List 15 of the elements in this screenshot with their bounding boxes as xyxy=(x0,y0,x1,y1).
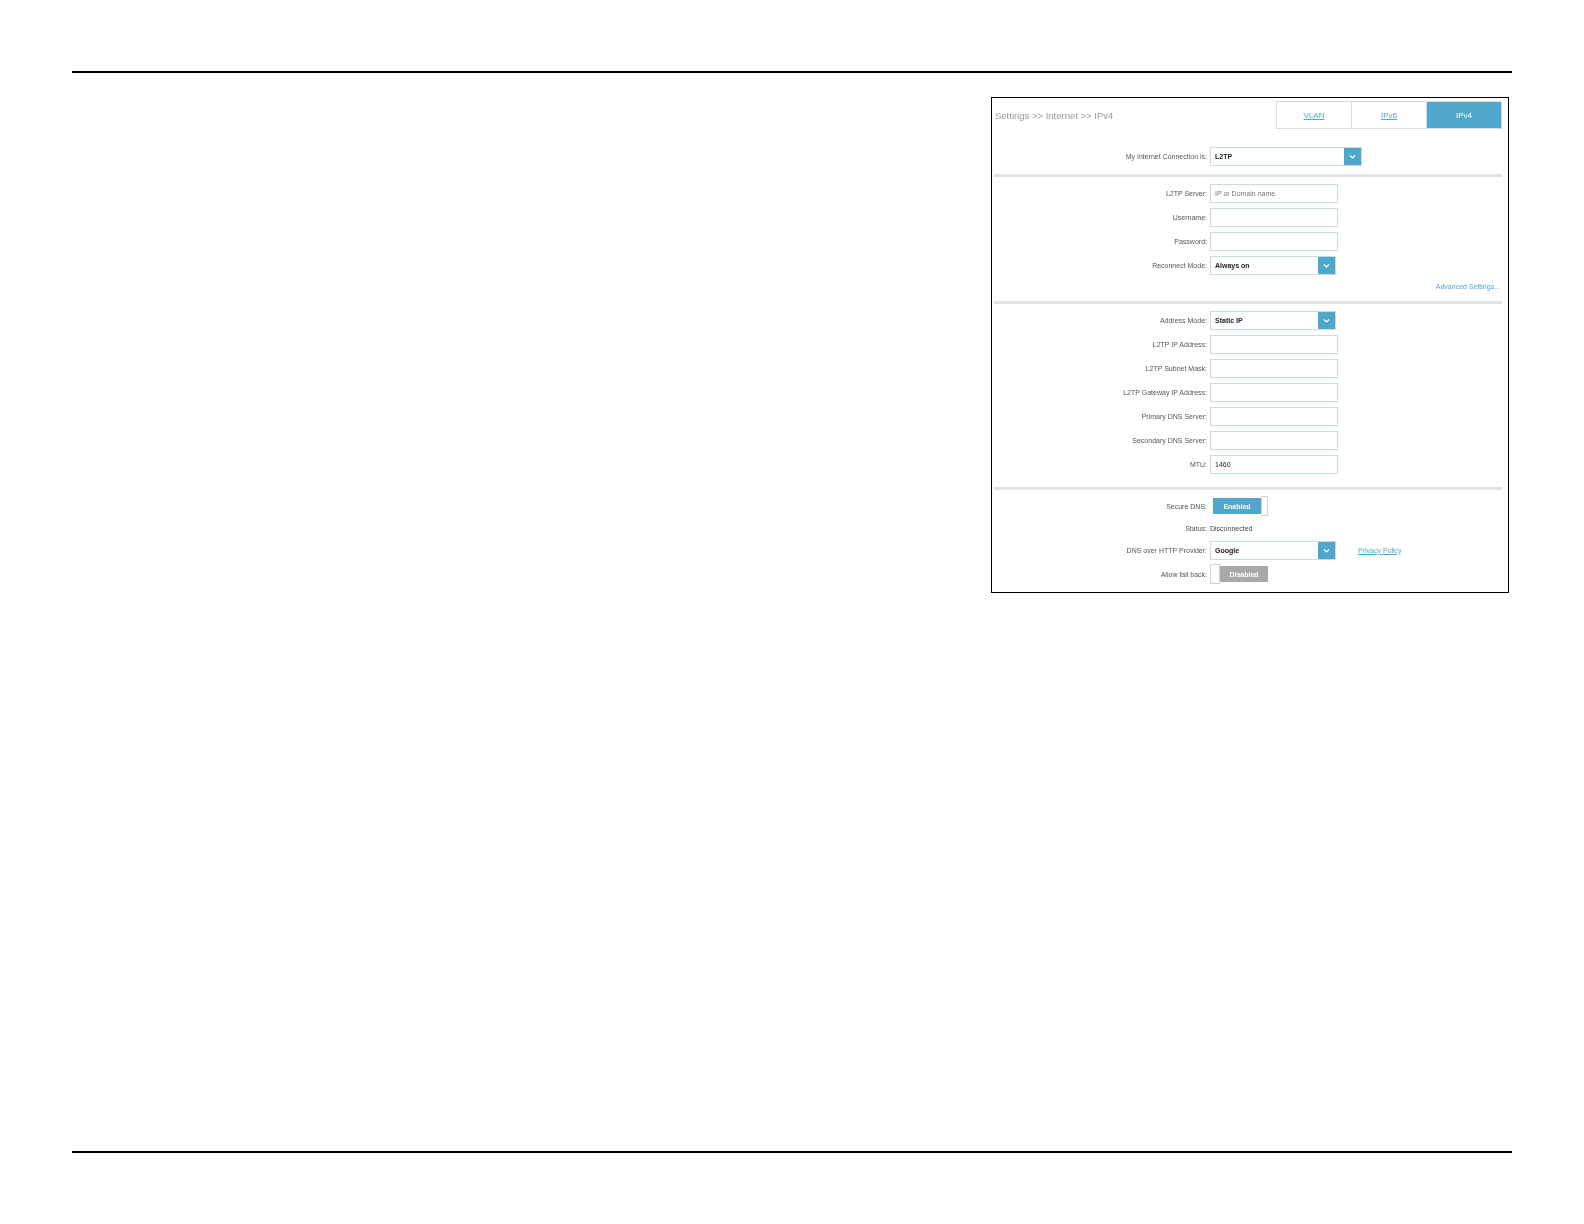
text-field[interactable] xyxy=(1210,334,1338,354)
text-field[interactable] xyxy=(1210,382,1338,402)
text-field[interactable] xyxy=(1210,207,1338,227)
text-field[interactable] xyxy=(1210,430,1338,450)
chevron-down-icon xyxy=(1318,256,1335,274)
text-field[interactable] xyxy=(1210,406,1338,426)
chevron-down-icon xyxy=(1318,311,1335,329)
text-field[interactable] xyxy=(1210,231,1338,251)
tab[interactable]: IPv4 xyxy=(1426,101,1502,129)
text-field[interactable] xyxy=(1210,358,1338,378)
tab[interactable]: VLAN xyxy=(1276,101,1352,129)
chevron-down-icon xyxy=(1318,541,1335,559)
breadcrumb: Settings >> Internet >> IPv4 xyxy=(994,109,1114,121)
chevron-down-icon xyxy=(1344,147,1361,165)
tab[interactable]: IPv6 xyxy=(1351,101,1427,129)
